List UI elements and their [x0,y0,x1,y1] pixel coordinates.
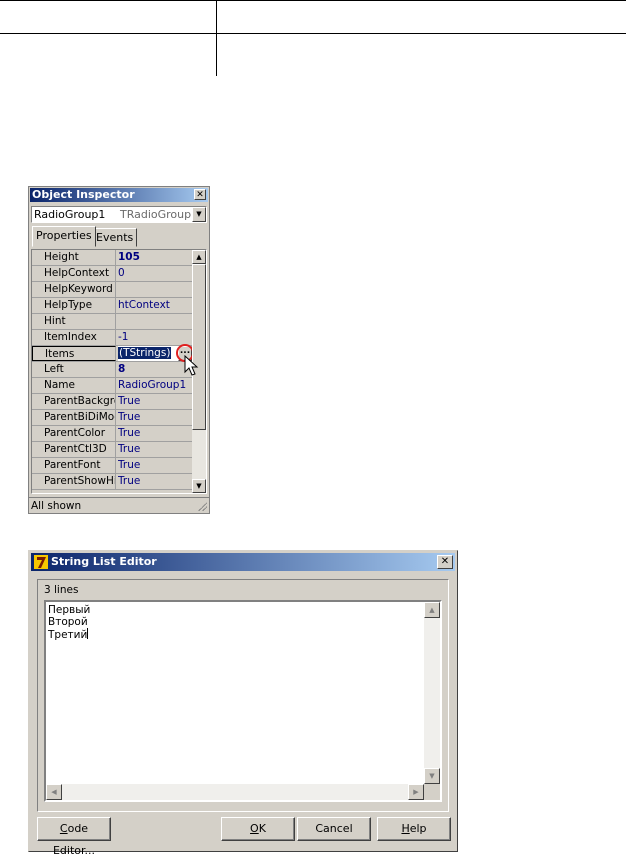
property-row[interactable]: ParentShowHir True [32,474,192,490]
lines-group: 3 lines Первый Второй Третий ▲ ▼ ◀ ▶ [37,579,449,812]
scrollbar-thumb[interactable] [192,264,206,430]
memo-line: Третий [48,628,89,641]
status-text: All shown [31,500,82,512]
property-name: ParentBackgro [32,394,116,409]
scroll-left-icon[interactable]: ◀ [46,784,62,800]
property-row[interactable]: ParentColor True [32,426,192,442]
resize-grip-icon[interactable] [197,501,207,511]
property-name: ParentBiDiMod [32,410,116,425]
string-list-editor-dialog: String List Editor ✕ 3 lines Первый Втор… [28,550,458,857]
string-list-editor-title-bar[interactable]: String List Editor ✕ [31,553,455,571]
property-value[interactable]: -1 [118,330,192,345]
memo-line: Второй [48,616,88,628]
property-value[interactable]: 0 [118,266,192,281]
property-value[interactable]: True [118,426,192,441]
memo-vertical-scrollbar[interactable]: ▲ ▼ [424,602,440,784]
object-inspector-title: Object Inspector [32,188,135,201]
property-name: ItemIndex [32,330,116,345]
ok-button-label: OK [250,822,266,835]
property-value[interactable]: htContext [118,298,192,313]
table-top-border [0,0,626,1]
tab-properties[interactable]: Properties [32,226,96,247]
property-value[interactable]: True [118,410,192,425]
property-name: ParentShowHir [32,474,116,489]
property-row[interactable]: ParentBiDiMod True [32,410,192,426]
cancel-button-label: Cancel [315,822,353,835]
table-column-divider [216,0,217,76]
property-name: Items [32,346,116,361]
property-value[interactable]: True [118,394,192,409]
scroll-right-icon[interactable]: ▶ [408,784,424,800]
property-row[interactable]: Hint [32,314,192,330]
text-caret [87,628,89,639]
property-row[interactable]: HelpType htContext [32,298,192,314]
property-row[interactable]: ItemIndex -1 [32,330,192,346]
property-value[interactable]: True [118,474,192,489]
property-value[interactable] [118,314,192,329]
object-inspector-window: Object Inspector ✕ RadioGroup1 TRadioGro… [28,186,210,514]
scrollbar-corner [424,784,440,800]
help-button-label: Help [401,822,427,835]
property-value[interactable]: True [118,442,192,457]
property-row[interactable]: ParentFont True [32,458,192,474]
scroll-down-icon[interactable]: ▼ [192,479,206,493]
property-grid: Height 105 HelpContext 0 HelpKeyword HelpType… [31,249,207,494]
scroll-up-icon[interactable]: ▲ [424,602,440,618]
property-value[interactable]: 105 [118,250,192,265]
property-name: Height [32,250,116,265]
property-row[interactable]: ParentBackgro True [32,394,192,410]
code-editor-button-label: Code Editor... [52,822,96,857]
help-button[interactable]: Help [377,817,451,841]
property-name: HelpContext [32,266,116,281]
property-value[interactable]: True [118,458,192,473]
property-row[interactable]: Items (TStrings)... [32,344,194,362]
property-name: ParentColor [32,426,116,441]
tab-events[interactable]: Events [92,228,138,247]
tab-properties-label: Properties [36,229,92,242]
string-list-editor-title: String List Editor [51,555,157,568]
property-row[interactable]: ParentCtl3D True [32,442,192,458]
property-value[interactable] [118,282,192,297]
table-row-divider [0,33,626,34]
property-value[interactable]: RadioGroup1 [118,378,192,393]
mouse-cursor-icon [184,355,199,376]
scroll-up-icon[interactable]: ▲ [192,250,206,264]
property-row[interactable]: Height 105 [32,250,192,266]
property-name: Name [32,378,116,393]
delphi-logo-icon [34,555,48,569]
component-type: TRadioGroup [120,208,192,221]
status-bar: All shown [29,497,209,513]
memo-horizontal-scrollbar[interactable]: ◀ ▶ [46,784,424,800]
property-value[interactable]: 8 [118,362,192,377]
object-inspector-title-bar[interactable]: Object Inspector ✕ [30,188,208,202]
tab-events-label: Events [96,231,134,244]
property-name: HelpType [32,298,116,313]
line-count: 3 lines [44,584,79,596]
property-name: Hint [32,314,116,329]
ok-button[interactable]: OK [221,817,295,841]
property-row[interactable]: HelpContext 0 [32,266,192,282]
component-name: RadioGroup1 [34,208,106,221]
string-list-memo[interactable]: Первый Второй Третий ▲ ▼ ◀ ▶ [44,600,442,802]
property-row[interactable]: HelpKeyword [32,282,192,298]
property-name: ParentFont [32,458,116,473]
property-name: ParentCtl3D [32,442,116,457]
dropdown-arrow-icon[interactable]: ▼ [192,207,206,222]
component-selector[interactable]: RadioGroup1 TRadioGroup ▼ [31,206,207,223]
close-icon[interactable]: ✕ [194,189,206,200]
property-row[interactable]: Left 8 [32,362,192,378]
close-icon[interactable]: ✕ [437,555,453,569]
selected-value-text: (TStrings) [118,347,172,359]
code-editor-button[interactable]: Code Editor... [37,817,111,857]
cancel-button[interactable]: Cancel [297,817,371,841]
property-row[interactable]: Name RadioGroup1 [32,378,192,394]
property-name: HelpKeyword [32,282,116,297]
property-name: Left [32,362,116,377]
scroll-down-icon[interactable]: ▼ [424,768,440,784]
memo-line: Первый [48,604,91,616]
